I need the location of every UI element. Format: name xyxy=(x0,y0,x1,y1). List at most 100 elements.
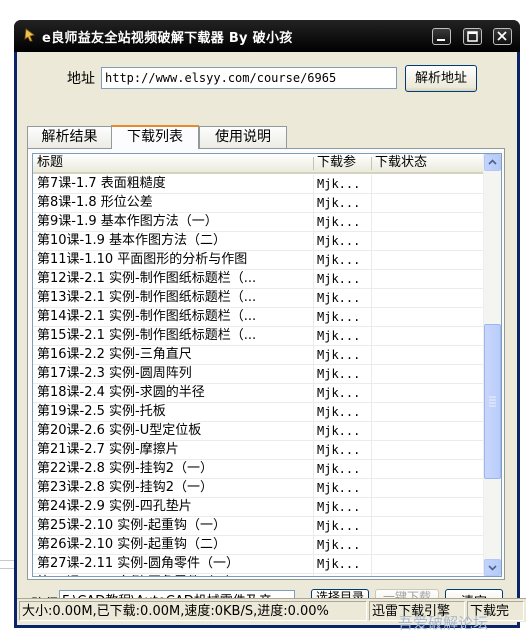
app-icon xyxy=(24,28,35,42)
scroll-down-arrow[interactable] xyxy=(484,559,501,576)
row-param: Mjk... xyxy=(317,424,361,438)
row-title: 第11课-1.10 平面图形的分析与作图 xyxy=(37,252,248,267)
table-row[interactable]: 第19课-2.5 实例-托板 Mjk... xyxy=(33,403,485,422)
row-param: Mjk... xyxy=(317,272,361,286)
row-title: 第10课-1.9 基本作图方法（二） xyxy=(37,233,227,248)
window-title: e良师益友全站视频破解下载器 By 破小孩 xyxy=(42,31,293,46)
table-row[interactable]: 第10课-1.9 基本作图方法（二） Mjk... xyxy=(33,232,485,251)
tab-download-list[interactable]: 下载列表 xyxy=(111,125,199,149)
background-line xyxy=(0,560,14,561)
table-row[interactable]: 第11课-1.10 平面图形的分析与作图 Mjk... xyxy=(33,251,485,270)
row-title: 第9课-1.9 基本作图方法（一） xyxy=(37,214,218,229)
row-title: 第26课-2.10 实例-起重钩（二） xyxy=(37,537,227,552)
row-param: Mjk... xyxy=(317,234,361,248)
row-param: Mjk... xyxy=(317,253,361,267)
row-param: Mjk... xyxy=(317,196,361,210)
row-param: Mjk... xyxy=(317,462,361,476)
row-param: Mjk... xyxy=(317,500,361,514)
minimize-button[interactable] xyxy=(432,28,451,45)
table-row[interactable]: 第21课-2.7 实例-摩擦片 Mjk... xyxy=(33,441,485,460)
table-row[interactable]: 第9课-1.9 基本作图方法（一） Mjk... xyxy=(33,213,485,232)
row-param: Mjk... xyxy=(317,574,369,576)
table-row[interactable]: 第26课-2.10 实例-起重钩（二） Mjk... xyxy=(33,536,485,555)
row-param: Mjk... xyxy=(317,519,361,533)
title-bar[interactable]: e良师益友全站视频破解下载器 By 破小孩 xyxy=(14,20,520,52)
row-title: 第14课-2.1 实例-制作图纸标题栏（... xyxy=(37,309,257,324)
table-row[interactable]: 第8课-1.8 形位公差 Mjk... xyxy=(33,194,485,213)
table-row[interactable]: 第14课-2.1 实例-制作图纸标题栏（... Mjk... xyxy=(33,308,485,327)
row-title: 第18课-2.4 实例-求圆的半径 xyxy=(37,385,205,400)
row-title: 第21课-2.7 实例-摩擦片 xyxy=(37,442,179,457)
close-icon xyxy=(497,31,507,41)
row-title: 第23课-2.8 实例-挂钩2（一） xyxy=(37,480,214,495)
watermark: 吾爱破解论坛 xyxy=(398,614,489,632)
row-title: 第16课-2.2 实例-三角直尺 xyxy=(37,347,192,362)
row-param: Mjk... xyxy=(317,215,361,229)
app-window: e良师益友全站视频破解下载器 By 破小孩 地址 http://www.elsy… xyxy=(14,20,520,628)
row-title: 第7课-1.7 表面粗糙度 xyxy=(37,176,166,191)
table-row[interactable]: 第27课-2.11 实例-圆角零件（一） Mjk... xyxy=(33,555,485,574)
vertical-scrollbar[interactable] xyxy=(483,154,501,576)
table-row[interactable]: 第23课-2.8 实例-挂钩2（一） Mjk... xyxy=(33,479,485,498)
tab-instructions[interactable]: 使用说明 xyxy=(199,126,287,148)
row-title: 第19课-2.5 实例-托板 xyxy=(37,404,166,419)
tab-parse-result[interactable]: 解析结果 xyxy=(27,126,112,148)
close-button[interactable] xyxy=(493,28,512,45)
row-param: Mjk... xyxy=(317,177,361,191)
column-title[interactable]: 标题 xyxy=(33,154,313,172)
scroll-thumb[interactable] xyxy=(484,324,501,479)
window-body: 地址 http://www.elsyy.com/course/6965 解析地址… xyxy=(17,52,517,625)
row-title: 第24课-2.9 实例-四孔垫片 xyxy=(37,499,192,514)
table-row[interactable]: 第7课-1.7 表面粗糙度 Mjk... xyxy=(33,175,485,194)
table-row[interactable]: 第17课-2.3 实例-圆周阵列 Mjk... xyxy=(33,365,485,384)
table-row[interactable]: 第16课-2.2 实例-三角直尺 Mjk... xyxy=(33,346,485,365)
row-param: Mjk... xyxy=(317,310,361,324)
row-title: 第13课-2.1 实例-制作图纸标题栏（... xyxy=(37,290,257,305)
table-row[interactable]: 第25课-2.10 实例-起重钩（一） Mjk... xyxy=(33,517,485,536)
table-row[interactable]: 第20课-2.6 实例-U型定位板 Mjk... xyxy=(33,422,485,441)
scroll-up-arrow[interactable] xyxy=(484,154,501,171)
row-title: 第28课-2.11 实例-圆角零件（二） xyxy=(37,574,311,576)
minimize-icon xyxy=(437,39,445,41)
address-label: 地址 xyxy=(67,71,95,87)
grip-icon xyxy=(489,396,496,407)
row-param: Mjk... xyxy=(317,367,361,381)
row-param: Mjk... xyxy=(317,386,361,400)
row-title: 第20课-2.6 实例-U型定位板 xyxy=(37,423,202,438)
row-param: Mjk... xyxy=(317,443,361,457)
table-row[interactable]: 第28课-2.11 实例-圆角零件（二） Mjk... xyxy=(33,574,485,576)
table-row[interactable]: 第12课-2.1 实例-制作图纸标题栏（... Mjk... xyxy=(33,270,485,289)
parse-address-button[interactable]: 解析地址 xyxy=(405,65,477,92)
list-header: 标题 下载参 下载状态 xyxy=(33,154,485,174)
row-param: Mjk... xyxy=(317,291,361,305)
download-list[interactable]: 标题 下载参 下载状态 第7课-1.7 表面粗糙度 Mjk... 第8课-1.8 形… xyxy=(32,153,502,577)
status-info: 大小:0.00M,已下载:0.00M,速度:0KB/S,进度:0.00% xyxy=(19,601,367,621)
row-title: 第25课-2.10 实例-起重钩（一） xyxy=(37,518,227,533)
row-title: 第27课-2.11 实例-圆角零件（一） xyxy=(37,556,240,571)
table-row[interactable]: 第22课-2.8 实例-挂钩2（一） Mjk... xyxy=(33,460,485,479)
row-title: 第8课-1.8 形位公差 xyxy=(37,195,153,210)
column-status[interactable]: 下载状态 xyxy=(371,154,471,172)
table-row[interactable]: 第15课-2.1 实例-制作图纸标题栏（... Mjk... xyxy=(33,327,485,346)
chevron-down-icon xyxy=(488,565,497,571)
address-input[interactable]: http://www.elsyy.com/course/6965 xyxy=(101,67,397,89)
row-title: 第17课-2.3 实例-圆周阵列 xyxy=(37,366,192,381)
chevron-up-icon xyxy=(488,159,497,165)
row-title: 第22课-2.8 实例-挂钩2（一） xyxy=(37,461,214,476)
tab-panel: 标题 下载参 下载状态 第7课-1.7 表面粗糙度 Mjk... 第8课-1.8 形… xyxy=(27,148,505,580)
maximize-button[interactable] xyxy=(463,28,482,45)
table-row[interactable]: 第13课-2.1 实例-制作图纸标题栏（... Mjk... xyxy=(33,289,485,308)
row-param: Mjk... xyxy=(317,481,361,495)
column-param[interactable]: 下载参 xyxy=(313,154,371,172)
row-param: Mjk... xyxy=(317,329,361,343)
background-line xyxy=(0,568,14,569)
list-rows: 第7课-1.7 表面粗糙度 Mjk... 第8课-1.8 形位公差 Mjk... 第9课… xyxy=(33,175,485,576)
row-param: Mjk... xyxy=(317,538,361,552)
table-row[interactable]: 第18课-2.4 实例-求圆的半径 Mjk... xyxy=(33,384,485,403)
row-param: Mjk... xyxy=(317,557,361,571)
row-title: 第12课-2.1 实例-制作图纸标题栏（... xyxy=(37,271,257,286)
row-param: Mjk... xyxy=(317,348,361,362)
maximize-icon xyxy=(467,31,478,42)
table-row[interactable]: 第24课-2.9 实例-四孔垫片 Mjk... xyxy=(33,498,485,517)
row-param: Mjk... xyxy=(317,405,361,419)
